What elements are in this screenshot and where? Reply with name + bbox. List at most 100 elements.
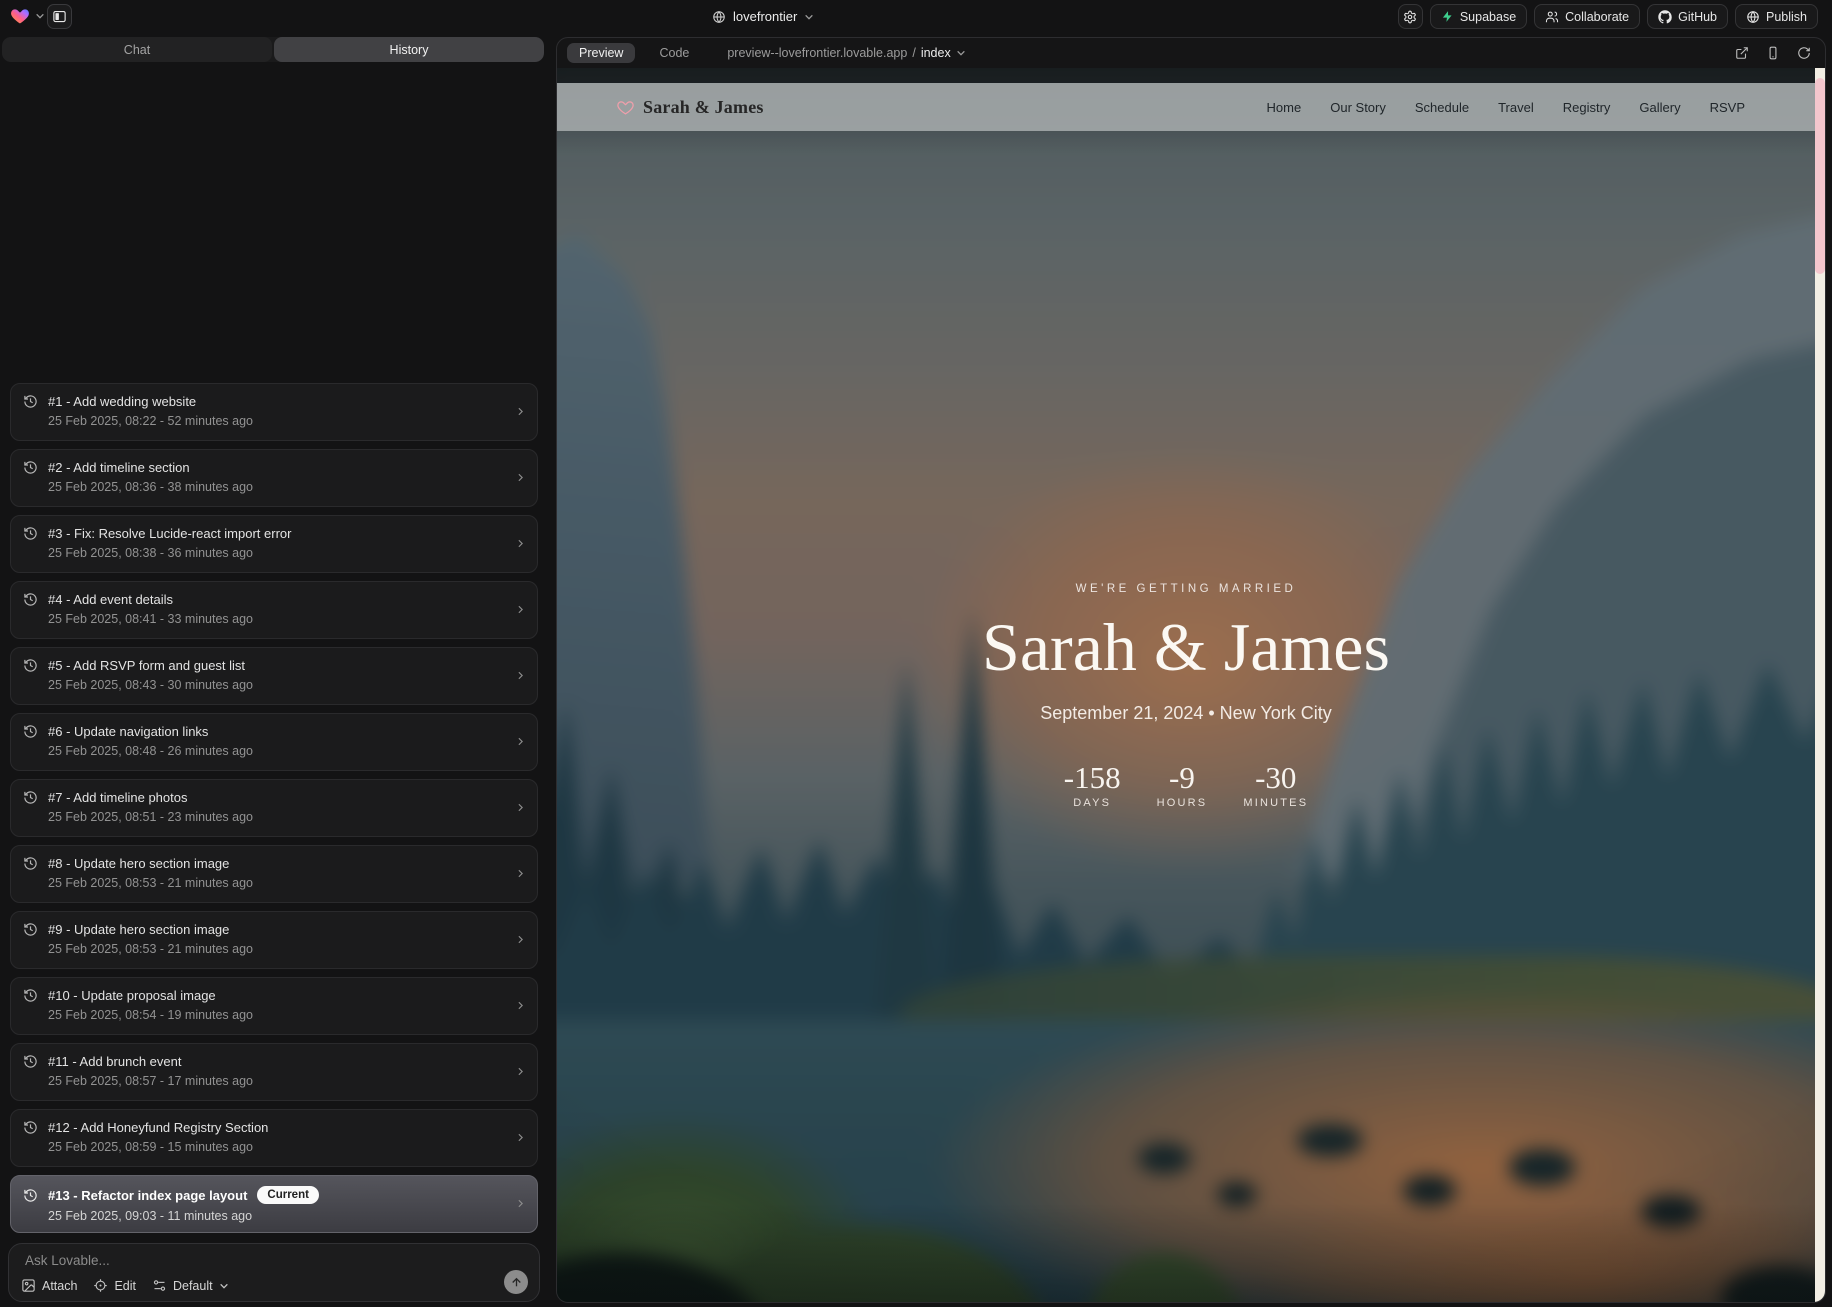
site-nav: Home Our Story Schedule Travel Registry Galle…: [1267, 100, 1745, 115]
chevron-right-icon: [514, 1131, 527, 1144]
publish-globe-icon: [1746, 10, 1760, 24]
countdown-cell: -9HOURS: [1157, 762, 1208, 809]
nav-link-rsvp[interactable]: RSVP: [1710, 100, 1745, 115]
chevron-down-icon: [804, 12, 814, 22]
history-icon: [23, 460, 38, 475]
tab-code[interactable]: Code: [647, 43, 701, 63]
tab-chat[interactable]: Chat: [2, 37, 272, 62]
chevron-right-icon: [514, 1197, 527, 1210]
arrow-up-icon: [510, 1276, 523, 1289]
edit-button[interactable]: Edit: [93, 1278, 136, 1293]
nav-link-home[interactable]: Home: [1267, 100, 1302, 115]
history-icon: [23, 1188, 38, 1203]
history-item-title: #10 - Update proposal image: [48, 988, 216, 1003]
target-icon: [93, 1278, 108, 1293]
toggle-sidebar-button[interactable]: [47, 4, 72, 29]
chevron-right-icon: [514, 867, 527, 880]
history-item-title: #9 - Update hero section image: [48, 922, 229, 937]
chevron-down-icon: [219, 1281, 229, 1291]
project-selector[interactable]: lovefrontier: [712, 4, 814, 29]
github-button[interactable]: GitHub: [1647, 4, 1728, 29]
history-icon: [23, 790, 38, 805]
send-button[interactable]: [504, 1270, 528, 1294]
panel-left-icon: [52, 9, 67, 24]
countdown-cell: -158DAYS: [1064, 762, 1121, 809]
attach-button[interactable]: Attach: [21, 1278, 77, 1293]
history-item-title: #4 - Add event details: [48, 592, 173, 607]
preview-url-host: preview--lovefrontier.lovable.app: [727, 46, 907, 60]
lovable-app: lovefrontier Supabase: [0, 0, 1832, 1307]
publish-label: Publish: [1766, 10, 1807, 24]
preview-url[interactable]: preview--lovefrontier.lovable.app / inde…: [727, 46, 965, 60]
history-item[interactable]: #13 - Refactor index page layout Current…: [10, 1175, 538, 1233]
image-icon: [21, 1278, 36, 1293]
history-item[interactable]: #6 - Update navigation links 25 Feb 2025…: [10, 713, 538, 771]
site-frame: Sarah & James Home Our Story Schedule Trave…: [557, 68, 1825, 1302]
mobile-view-icon[interactable]: [1766, 46, 1780, 60]
collaborate-button[interactable]: Collaborate: [1534, 4, 1640, 29]
nav-link-schedule[interactable]: Schedule: [1415, 100, 1469, 115]
history-item[interactable]: #12 - Add Honeyfund Registry Section 25 …: [10, 1109, 538, 1167]
history-item[interactable]: #5 - Add RSVP form and guest list 25 Feb…: [10, 647, 538, 705]
history-item-title: #8 - Update hero section image: [48, 856, 229, 871]
attach-label: Attach: [42, 1279, 77, 1293]
history-item-timestamp: 25 Feb 2025, 08:57 - 17 minutes ago: [48, 1074, 525, 1088]
history-item[interactable]: #2 - Add timeline section 25 Feb 2025, 0…: [10, 449, 538, 507]
settings-button[interactable]: [1398, 4, 1423, 29]
history-item[interactable]: #9 - Update hero section image 25 Feb 20…: [10, 911, 538, 969]
preview-url-separator: /: [912, 46, 915, 60]
history-icon: [23, 1054, 38, 1069]
chevron-right-icon: [514, 603, 527, 616]
history-icon: [23, 592, 38, 607]
history-icon: [23, 988, 38, 1003]
history-item[interactable]: #10 - Update proposal image 25 Feb 2025,…: [10, 977, 538, 1035]
history-item-timestamp: 25 Feb 2025, 08:22 - 52 minutes ago: [48, 414, 525, 428]
history-item-timestamp: 25 Feb 2025, 08:41 - 33 minutes ago: [48, 612, 525, 626]
history-item[interactable]: #8 - Update hero section image 25 Feb 20…: [10, 845, 538, 903]
countdown: -158DAYS -9HOURS -30MINUTES: [557, 762, 1815, 809]
chat-input[interactable]: [25, 1253, 489, 1275]
refresh-icon[interactable]: [1797, 46, 1811, 60]
nav-link-our-story[interactable]: Our Story: [1330, 100, 1386, 115]
preview-panel: Preview Code preview--lovefrontier.lovab…: [556, 37, 1826, 1303]
history-item-timestamp: 25 Feb 2025, 09:03 - 11 minutes ago: [48, 1209, 525, 1223]
open-external-icon[interactable]: [1735, 46, 1749, 60]
site-scrollbar-thumb[interactable]: [1815, 78, 1825, 274]
site-logo[interactable]: Sarah & James: [617, 97, 764, 118]
chevron-right-icon: [514, 1065, 527, 1078]
hero-subtitle: September 21, 2024 • New York City: [557, 703, 1815, 724]
history-item-title: #12 - Add Honeyfund Registry Section: [48, 1120, 268, 1135]
history-item-timestamp: 25 Feb 2025, 08:43 - 30 minutes ago: [48, 678, 525, 692]
history-item[interactable]: #1 - Add wedding website 25 Feb 2025, 08…: [10, 383, 538, 441]
nav-link-registry[interactable]: Registry: [1563, 100, 1611, 115]
mode-selector[interactable]: Default: [152, 1278, 229, 1293]
history-item[interactable]: #7 - Add timeline photos 25 Feb 2025, 08…: [10, 779, 538, 837]
collaborate-label: Collaborate: [1565, 10, 1629, 24]
history-item[interactable]: #11 - Add brunch event 25 Feb 2025, 08:5…: [10, 1043, 538, 1101]
tab-preview[interactable]: Preview: [567, 43, 635, 63]
publish-button[interactable]: Publish: [1735, 4, 1818, 29]
edit-label: Edit: [114, 1279, 136, 1293]
chat-composer: Attach Edit Default: [8, 1243, 540, 1302]
history-icon: [23, 1120, 38, 1135]
tab-history[interactable]: History: [274, 37, 544, 62]
history-item[interactable]: #4 - Add event details 25 Feb 2025, 08:4…: [10, 581, 538, 639]
preview-url-path: index: [921, 46, 951, 60]
nav-link-gallery[interactable]: Gallery: [1639, 100, 1680, 115]
preview-actions: [1735, 46, 1811, 60]
history-item[interactable]: #3 - Fix: Resolve Lucide-react import er…: [10, 515, 538, 573]
site-header: Sarah & James Home Our Story Schedule Trave…: [557, 83, 1815, 131]
chevron-right-icon: [514, 405, 527, 418]
history-item-title: #1 - Add wedding website: [48, 394, 196, 409]
history-item-timestamp: 25 Feb 2025, 08:51 - 23 minutes ago: [48, 810, 525, 824]
history-icon: [23, 526, 38, 541]
site-scrollbar[interactable]: [1815, 68, 1825, 1302]
history-icon: [23, 856, 38, 871]
current-badge: Current: [257, 1186, 319, 1204]
sidebar-tabs: Chat History: [2, 37, 544, 62]
workspace-menu[interactable]: [10, 6, 45, 26]
countdown-cell: -30MINUTES: [1243, 762, 1308, 809]
supabase-button[interactable]: Supabase: [1430, 4, 1527, 29]
history-item-title: #11 - Add brunch event: [48, 1054, 181, 1069]
nav-link-travel[interactable]: Travel: [1498, 100, 1534, 115]
